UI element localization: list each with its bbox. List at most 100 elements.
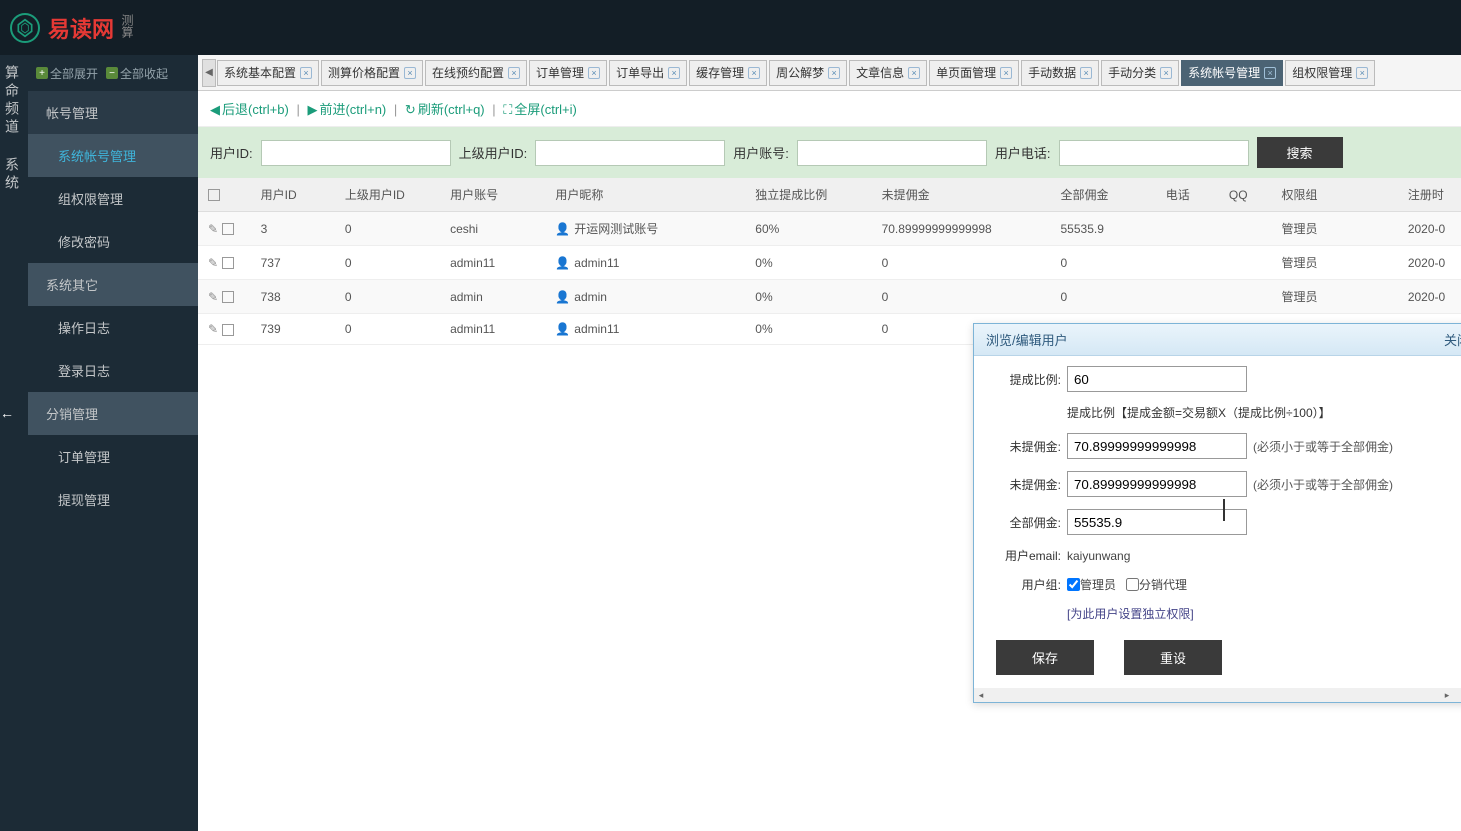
edit-icon[interactable]: ✎ bbox=[208, 256, 218, 270]
group-agent-checkbox[interactable] bbox=[1126, 578, 1139, 591]
ratio-input[interactable] bbox=[1067, 366, 1247, 392]
modal-scrollbar-horizontal[interactable]: ◂ ▸ bbox=[974, 688, 1461, 702]
sidebar-item[interactable]: 登录日志 bbox=[28, 349, 198, 392]
tab-close-icon[interactable]: × bbox=[1264, 67, 1276, 79]
table-row[interactable]: ✎7370admin11👤admin110%00管理员2020-0 bbox=[198, 246, 1461, 280]
table-cell: ✎ bbox=[198, 246, 251, 280]
row-checkbox[interactable] bbox=[222, 324, 234, 336]
table-cell: 0 bbox=[335, 280, 440, 314]
sidebar-item[interactable]: 修改密码 bbox=[28, 220, 198, 263]
tab-label: 手动分类 bbox=[1108, 64, 1156, 81]
tab-close-icon[interactable]: × bbox=[300, 67, 312, 79]
search-button[interactable]: 搜索 bbox=[1257, 137, 1343, 168]
table-cell: 3 bbox=[251, 212, 335, 246]
parent-id-input[interactable] bbox=[535, 140, 725, 166]
sidebar-item[interactable]: 组权限管理 bbox=[28, 177, 198, 220]
column-header[interactable]: 独立提成比例 bbox=[745, 178, 871, 212]
table-cell bbox=[1156, 246, 1219, 280]
group-admin-checkbox[interactable] bbox=[1067, 578, 1080, 591]
column-header[interactable]: QQ bbox=[1219, 178, 1272, 212]
row-checkbox[interactable] bbox=[222, 291, 234, 303]
sidebar-item[interactable]: 订单管理 bbox=[28, 435, 198, 478]
edit-icon[interactable]: ✎ bbox=[208, 222, 218, 236]
sidebar-item[interactable]: 分销管理 bbox=[28, 392, 198, 435]
sidebar-collapse-icon[interactable]: ← bbox=[0, 405, 14, 421]
tab-label: 订单导出 bbox=[616, 64, 664, 81]
column-header[interactable]: 电话 bbox=[1156, 178, 1219, 212]
tab-close-icon[interactable]: × bbox=[1356, 67, 1368, 79]
tab-label: 在线预约配置 bbox=[432, 64, 504, 81]
edit-icon[interactable]: ✎ bbox=[208, 290, 218, 304]
column-header[interactable]: 未提佣金 bbox=[872, 178, 1051, 212]
tab[interactable]: 在线预约配置 × bbox=[425, 60, 527, 86]
column-header[interactable] bbox=[198, 178, 251, 212]
tab-close-icon[interactable]: × bbox=[668, 67, 680, 79]
tab[interactable]: 订单管理× bbox=[529, 60, 607, 86]
tab[interactable]: 文章信息× bbox=[849, 60, 927, 86]
tab-close-icon[interactable]: × bbox=[508, 67, 520, 79]
tab-close-icon[interactable]: × bbox=[1080, 67, 1092, 79]
sidebar-item[interactable]: 系统其它 bbox=[28, 263, 198, 306]
row-checkbox[interactable] bbox=[222, 257, 234, 269]
tab-close-icon[interactable]: × bbox=[828, 67, 840, 79]
scroll-left-icon[interactable]: ◂ bbox=[974, 688, 988, 702]
vertical-section-label: 算命频道 系统 bbox=[0, 55, 28, 831]
table-row[interactable]: ✎7380admin👤admin0%00管理员2020-0 bbox=[198, 280, 1461, 314]
select-all-checkbox[interactable] bbox=[208, 189, 220, 201]
modal-close-button[interactable]: 关闭 bbox=[1444, 330, 1461, 349]
tab-close-icon[interactable]: × bbox=[748, 67, 760, 79]
tab[interactable]: 测算价格配置 × bbox=[321, 60, 423, 86]
total-input[interactable] bbox=[1067, 509, 1247, 535]
column-header[interactable]: 用户ID bbox=[251, 178, 335, 212]
tab[interactable]: 组权限管理× bbox=[1285, 60, 1375, 86]
modal-header[interactable]: 浏览/编辑用户 关闭 bbox=[974, 324, 1461, 356]
column-header[interactable]: 用户昵称 bbox=[545, 178, 745, 212]
unpaid2-input[interactable] bbox=[1067, 471, 1247, 497]
row-checkbox[interactable] bbox=[222, 223, 234, 235]
tab[interactable]: 系统帐号管理× bbox=[1181, 60, 1283, 86]
sidebar-item[interactable]: 提现管理 bbox=[28, 478, 198, 521]
sidebar-item[interactable]: 系统帐号管理 bbox=[28, 134, 198, 177]
tab[interactable]: 手动数据× bbox=[1021, 60, 1099, 86]
phone-input[interactable] bbox=[1059, 140, 1249, 166]
tab[interactable]: 系统基本配置× bbox=[217, 60, 319, 86]
forward-link[interactable]: 前进(ctrl+n) bbox=[319, 102, 386, 117]
table-row[interactable]: ✎30ceshi👤开运网测试账号60%70.899999999999985553… bbox=[198, 212, 1461, 246]
tab-close-icon[interactable]: × bbox=[908, 67, 920, 79]
back-link[interactable]: 后退(ctrl+b) bbox=[222, 102, 289, 117]
perm-link[interactable]: [为此用户设置独立权限] bbox=[1067, 605, 1461, 622]
tab-close-icon[interactable]: × bbox=[1160, 67, 1172, 79]
fullscreen-link[interactable]: 全屏(ctrl+i) bbox=[514, 102, 576, 117]
reset-button[interactable]: 重设 bbox=[1124, 640, 1222, 675]
scroll-right-icon[interactable]: ▸ bbox=[1440, 688, 1454, 702]
sidebar-item[interactable]: 帐号管理 bbox=[28, 91, 198, 134]
unpaid-input[interactable] bbox=[1067, 433, 1247, 459]
table-cell: 👤开运网测试账号 bbox=[545, 212, 745, 246]
phone-label: 用户电话: bbox=[995, 143, 1051, 162]
tab-scroll-left-icon[interactable]: ◀ bbox=[202, 59, 216, 87]
account-input[interactable] bbox=[797, 140, 987, 166]
column-header[interactable]: 注册时 bbox=[1398, 178, 1461, 212]
save-button[interactable]: 保存 bbox=[996, 640, 1094, 675]
column-header[interactable]: 用户账号 bbox=[440, 178, 545, 212]
tab-label: 测算价格配置 bbox=[328, 64, 400, 81]
collapse-all-button[interactable]: −全部收起 bbox=[106, 65, 168, 82]
tab-close-icon[interactable]: × bbox=[1000, 67, 1012, 79]
table-cell: 管理员 bbox=[1272, 246, 1398, 280]
user-id-input[interactable] bbox=[261, 140, 451, 166]
edit-icon[interactable]: ✎ bbox=[208, 322, 218, 336]
sidebar-item[interactable]: 操作日志 bbox=[28, 306, 198, 349]
column-header[interactable]: 权限组 bbox=[1272, 178, 1398, 212]
table-cell: 60% bbox=[745, 212, 871, 246]
tab-close-icon[interactable]: × bbox=[404, 67, 416, 79]
tab[interactable]: 单页面管理× bbox=[929, 60, 1019, 86]
tab[interactable]: 周公解梦× bbox=[769, 60, 847, 86]
column-header[interactable]: 全部佣金 bbox=[1051, 178, 1156, 212]
tab[interactable]: 缓存管理× bbox=[689, 60, 767, 86]
expand-all-button[interactable]: +全部展开 bbox=[36, 65, 98, 82]
tab[interactable]: 手动分类 × bbox=[1101, 60, 1179, 86]
tab[interactable]: 订单导出 × bbox=[609, 60, 687, 86]
column-header[interactable]: 上级用户ID bbox=[335, 178, 440, 212]
tab-close-icon[interactable]: × bbox=[588, 67, 600, 79]
refresh-link[interactable]: 刷新(ctrl+q) bbox=[418, 102, 485, 117]
